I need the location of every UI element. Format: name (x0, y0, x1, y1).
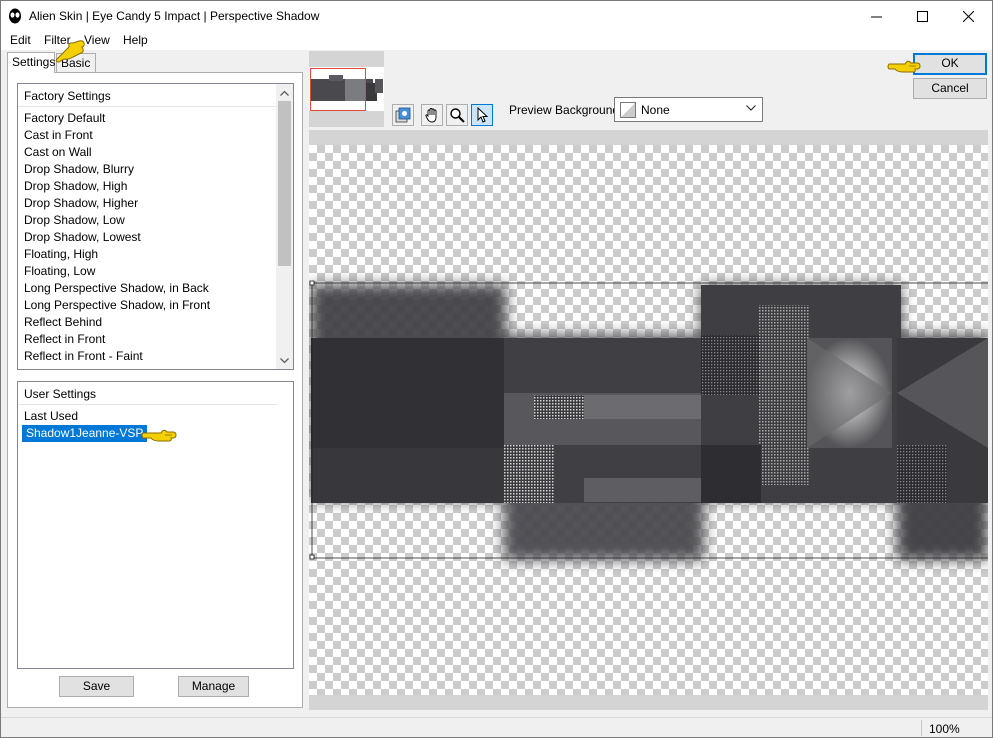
factory-settings-items: Factory Default Cast in Front Cast on Wall… (24, 110, 210, 365)
pointing-hand-icon (55, 40, 85, 63)
close-button[interactable] (945, 1, 991, 31)
maximize-button[interactable] (899, 1, 945, 31)
scroll-down-button[interactable] (276, 352, 293, 369)
list-item[interactable]: Floating, High (24, 246, 210, 263)
background-swatch (620, 102, 636, 118)
factory-list-scrollbar[interactable] (276, 84, 293, 369)
list-item-last-used[interactable]: Last Used (24, 408, 147, 425)
preview-toggle-icon (395, 107, 411, 123)
list-item[interactable]: Cast on Wall (24, 144, 210, 161)
tab-settings[interactable]: Settings (7, 52, 55, 73)
zoom-level: 100% (929, 722, 960, 736)
list-item[interactable]: Floating, Low (24, 263, 210, 280)
preview-background-select[interactable]: None (614, 97, 763, 122)
list-item[interactable]: Reflect Behind (24, 314, 210, 331)
chevron-down-icon (746, 105, 756, 111)
scroll-up-button[interactable] (276, 84, 293, 101)
zoom-tool-button[interactable] (446, 104, 468, 126)
header-divider (18, 404, 277, 405)
menu-help[interactable]: Help (123, 33, 148, 47)
list-item[interactable]: Drop Shadow, Lowest (24, 229, 210, 246)
preview-canvas[interactable] (309, 145, 988, 695)
menu-view[interactable]: View (84, 33, 110, 47)
arrow-pointer-icon (477, 107, 489, 123)
eye-candy-window: Alien Skin | Eye Candy 5 Impact | Perspe… (0, 0, 993, 738)
user-settings-list[interactable]: User Settings Last Used Shadow1Jeanne-VS… (17, 381, 294, 669)
minimize-button[interactable] (853, 1, 899, 31)
minimize-icon (870, 16, 882, 17)
hand-tool-button[interactable] (421, 104, 443, 126)
preview-background-value: None (641, 103, 670, 117)
status-bar: 100% (1, 717, 992, 737)
list-item[interactable]: Factory Default (24, 110, 210, 127)
preview-toggle-button[interactable] (392, 104, 414, 126)
ok-button[interactable]: OK (913, 53, 987, 75)
chevron-down-icon (280, 357, 289, 363)
user-settings-header: User Settings (24, 387, 97, 401)
preview-background-label: Preview Background: (509, 103, 623, 117)
list-item[interactable]: Long Perspective Shadow, in Front (24, 297, 210, 314)
navigator-view-rect[interactable] (310, 68, 366, 111)
list-item-selected[interactable]: Shadow1Jeanne-VSP (22, 425, 148, 442)
list-item[interactable]: Drop Shadow, Higher (24, 195, 210, 212)
window-title: Alien Skin | Eye Candy 5 Impact | Perspe… (29, 9, 320, 23)
save-button[interactable]: Save (59, 676, 134, 697)
pointing-hand-icon (141, 429, 177, 442)
title-bar: Alien Skin | Eye Candy 5 Impact | Perspe… (1, 1, 992, 31)
preview-image (309, 280, 988, 560)
hand-icon (425, 108, 437, 123)
user-settings-items: Last Used Shadow1Jeanne-VSP (22, 408, 148, 442)
maximize-icon (916, 10, 928, 22)
pointing-hand-icon (887, 60, 921, 73)
settings-panel: Factory Settings Factory Default Cast in … (7, 72, 303, 708)
cancel-button[interactable]: Cancel (913, 78, 987, 99)
list-item[interactable]: Cast in Front (24, 127, 210, 144)
list-item[interactable]: Drop Shadow, High (24, 178, 210, 195)
menu-bar: Edit Filter View Help (1, 31, 992, 50)
header-divider (18, 106, 277, 107)
list-item-row: Shadow1Jeanne-VSP (22, 425, 148, 442)
factory-settings-list[interactable]: Factory Settings Factory Default Cast in … (17, 83, 294, 370)
scroll-thumb[interactable] (278, 101, 291, 266)
factory-settings-header: Factory Settings (24, 89, 111, 103)
list-item[interactable]: Reflect in Front - Faint (24, 348, 210, 365)
menu-edit[interactable]: Edit (10, 33, 31, 47)
zoom-icon (450, 108, 465, 123)
status-divider (921, 720, 922, 736)
chevron-up-icon (280, 90, 289, 96)
list-item[interactable]: Drop Shadow, Low (24, 212, 210, 229)
list-item[interactable]: Reflect in Front (24, 331, 210, 348)
list-item[interactable]: Long Perspective Shadow, in Back (24, 280, 210, 297)
close-icon (962, 10, 974, 22)
select-tool-button[interactable] (471, 104, 493, 126)
list-item[interactable]: Drop Shadow, Blurry (24, 161, 210, 178)
manage-button[interactable]: Manage (178, 676, 249, 697)
alien-skin-app-icon (9, 8, 21, 24)
